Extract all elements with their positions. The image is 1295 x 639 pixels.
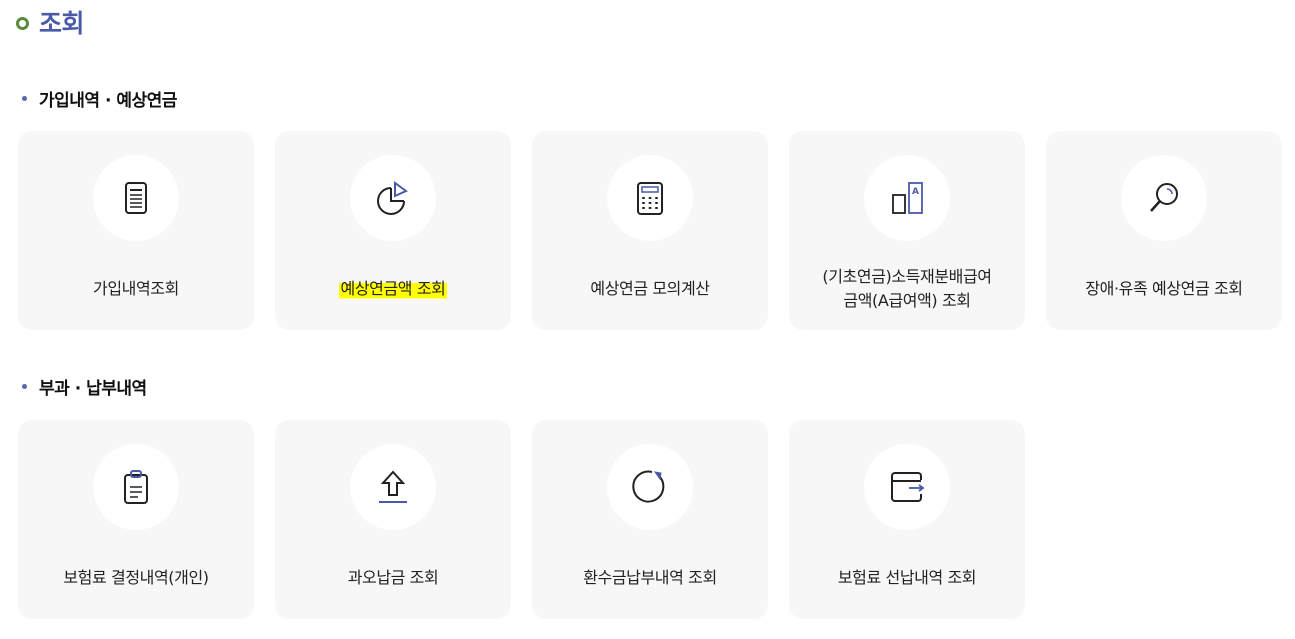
- upload-arrow-icon: [350, 444, 436, 530]
- card-disability-survivor-pension[interactable]: 장애·유족 예상연금 조회: [1046, 131, 1282, 330]
- card-redistribution-benefit[interactable]: A (기초연금)소득재분배급여 금액(A급여액) 조회: [789, 131, 1025, 330]
- clipboard-icon: [93, 444, 179, 530]
- section-heading-subscription: 가입내역 · 예상연금: [22, 86, 177, 111]
- card-label: 과오납금 조회: [347, 568, 439, 587]
- section-bullet-icon: [22, 96, 27, 101]
- section-bullet-icon: [22, 384, 27, 389]
- card-label: 장애·유족 예상연금 조회: [1085, 279, 1243, 298]
- card-overpayment[interactable]: 과오납금 조회: [275, 420, 511, 619]
- section-heading-text: 부과 · 납부내역: [39, 379, 147, 399]
- card-label: 보험료 선납내역 조회: [837, 568, 977, 587]
- card-label: (기초연금)소득재분배급여 금액(A급여액) 조회: [822, 267, 992, 310]
- section-heading-text: 가입내역 · 예상연금: [39, 91, 177, 111]
- pie-chart-icon: [350, 155, 436, 241]
- highlighted-label: 예상연금액 조회: [338, 277, 448, 301]
- section-heading-billing: 부과 · 납부내역: [22, 374, 147, 399]
- document-icon: [93, 155, 179, 241]
- calculator-icon: [607, 155, 693, 241]
- wallet-icon: [864, 444, 950, 530]
- card-prepayment[interactable]: 보험료 선납내역 조회: [789, 420, 1025, 619]
- bar-a-icon: A: [864, 155, 950, 241]
- svg-text:A: A: [912, 187, 919, 197]
- card-row-subscription: 가입내역조회 예상연금액 조회 예상연금 모의계산 A (기초연금)소득재분배급…: [18, 131, 1282, 330]
- card-pension-simulation[interactable]: 예상연금 모의계산: [532, 131, 768, 330]
- card-row-billing: 보험료 결정내역(개인) 과오납금 조회 환수금납부내역 조회 보험료 선납내역…: [18, 420, 1025, 619]
- card-label: 예상연금 모의계산: [590, 279, 710, 298]
- card-refund-payment[interactable]: 환수금납부내역 조회: [532, 420, 768, 619]
- card-label: 예상연금액 조회: [329, 261, 458, 317]
- card-premium-decision[interactable]: 보험료 결정내역(개인): [18, 420, 254, 619]
- magnifier-icon: [1121, 155, 1207, 241]
- card-label: 환수금납부내역 조회: [583, 568, 717, 587]
- card-subscription-history[interactable]: 가입내역조회: [18, 131, 254, 330]
- card-label: 보험료 결정내역(개인): [63, 568, 209, 587]
- page-title-text: 조회: [39, 9, 85, 38]
- page-title: 조회: [16, 4, 85, 40]
- card-expected-pension[interactable]: 예상연금액 조회: [275, 131, 511, 330]
- title-bullet-icon: [16, 16, 29, 30]
- refresh-icon: [607, 444, 693, 530]
- card-label: 가입내역조회: [93, 279, 179, 298]
